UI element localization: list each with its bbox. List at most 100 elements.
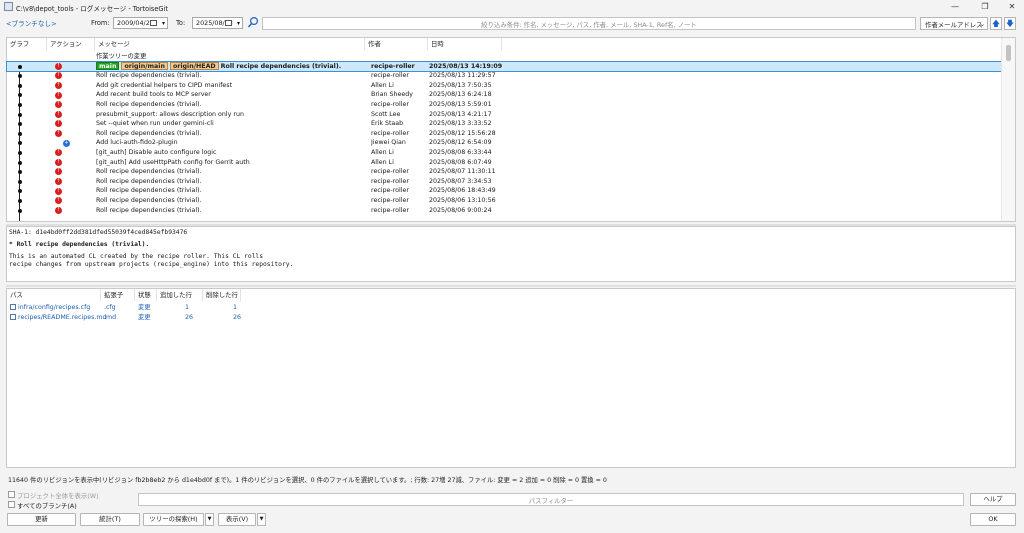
column-header-extension[interactable]: 拡張子 [101, 289, 135, 301]
status-text: 11640 件のリビジョンを表示中(リビジョン fb2b8eb2 から d1e4… [8, 477, 607, 484]
column-header-status[interactable]: 状態 [135, 289, 157, 301]
refresh-button[interactable]: 更新 [7, 513, 76, 526]
commit-action-icon: ! [55, 197, 62, 205]
revision-row[interactable]: ! Roll recipe dependencies (trivial). reci… [7, 177, 1001, 187]
statistics-button[interactable]: 統計(T) [80, 513, 140, 526]
walk-tree-dropdown[interactable]: ▼ [205, 513, 214, 526]
revision-row[interactable]: ! [git_auth] Add useHttpPath config for G… [7, 158, 1001, 168]
help-button[interactable]: ヘルプ [970, 493, 1016, 506]
revision-row[interactable]: ! Roll recipe dependencies (trivial). reci… [7, 186, 1001, 196]
ok-button[interactable]: OK [970, 513, 1016, 526]
revision-row[interactable]: ! Roll recipe dependencies (trivial). reci… [7, 206, 1001, 216]
column-header-removed[interactable]: 削除した行 [203, 289, 241, 301]
revision-message: Roll recipe dependencies (trivial). [96, 177, 202, 185]
arrow-up-icon[interactable]: 🡅 [990, 17, 1002, 30]
file-added-lines-cell: 1 [185, 303, 189, 312]
revision-message: Roll recipe dependencies (trivial). [96, 206, 202, 214]
commit-action-icon: ! [55, 120, 62, 128]
log-filter-input[interactable]: 絞り込み条件: 作名, メッセージ, パス, 作者, メール, SHA-1, R… [262, 17, 916, 30]
revision-row[interactable]: + Add luci-auth-fido2-plugin Jiewei Qian 20… [7, 138, 1001, 148]
revision-row[interactable]: ! Set --quiet when run under gemini-cli Er… [7, 119, 1001, 129]
revision-author: recipe-roller [371, 168, 409, 176]
revision-row[interactable]: ! [git_auth] Disable auto configure logic… [7, 148, 1001, 158]
commit-message-panel[interactable]: SHA-1: d1e4bd0ff2dd381dfed55039f4ced845e… [6, 226, 1016, 282]
changed-file-row[interactable]: infra/config/recipes.cfg .cfg 変更 1 1 [7, 303, 1007, 312]
column-header-added[interactable]: 追加した行 [157, 289, 203, 301]
close-button[interactable]: ✕ [1001, 0, 1023, 14]
revision-date: 2025/08/13 11:29:57 [429, 72, 496, 80]
walk-tree-button[interactable]: ツリーの探索(H) [143, 513, 204, 526]
revision-row[interactable]: ! Add recent build tools to MCP server Bri… [7, 90, 1001, 100]
graph-node [17, 83, 22, 88]
revision-row[interactable]: ! Roll recipe dependencies (trivial). reci… [7, 167, 1001, 177]
log-toolbar: <ブランチなし> From: 2009/04/24 ▾ To: 2025/08/… [0, 15, 1024, 33]
ref-tag[interactable]: main [96, 61, 120, 70]
changed-files-list[interactable]: パス 拡張子 状態 追加した行 削除した行 infra/config/recip… [6, 288, 1016, 468]
revision-row[interactable]: ! Add git credential helpers to CIPD mani… [7, 81, 1001, 91]
file-extension: .cfg [104, 304, 116, 311]
revision-message: Add git credential helpers to CIPD manif… [96, 81, 233, 89]
revision-author: Brian Sheedy [371, 91, 413, 99]
revision-message: Add recent build tools to MCP server [96, 91, 211, 99]
merge-action-icon: + [63, 139, 70, 147]
filter-mode-value: 作者メールアドレス [925, 21, 983, 29]
graph-node [17, 141, 22, 146]
view-button[interactable]: 表示(V) [218, 513, 256, 526]
title-bar: C:\v8\depot_tools - ログメッセージ - TortoiseGi… [0, 0, 1024, 14]
column-header-actions[interactable]: アクション [47, 38, 95, 50]
column-header-message[interactable]: メッセージ [95, 38, 365, 50]
revision-list-scrollbar[interactable] [1001, 38, 1015, 221]
commit-action-icon: ! [55, 168, 62, 176]
revision-author: recipe-roller [371, 177, 409, 185]
scrollbar-thumb[interactable] [1006, 45, 1011, 61]
maximize-button[interactable]: ❐ [974, 0, 996, 14]
branch-link[interactable]: <ブランチなし> [6, 18, 57, 28]
ref-tag[interactable]: origin/HEAD [169, 61, 219, 70]
ref-tag[interactable]: origin/main [121, 61, 168, 70]
revision-row[interactable]: ! Roll recipe dependencies (trivial). reci… [7, 100, 1001, 110]
to-date-picker[interactable]: 2025/08/13 ▾ [192, 17, 243, 29]
revision-list[interactable]: グラフ アクション メッセージ 作者 日時 作業ツリーの変更 ! main orig… [6, 37, 1016, 222]
splitter[interactable] [6, 284, 1016, 287]
changed-file-row[interactable]: recipes/README.recipes.md .md 変更 26 26 [7, 313, 1007, 322]
graph-node [17, 208, 22, 213]
graph-node [17, 74, 22, 79]
to-label: To: [176, 19, 186, 27]
column-header-path[interactable]: パス [7, 289, 101, 301]
filter-mode-select[interactable]: 作者メールアドレス ⌄ [920, 17, 988, 30]
revision-message: Roll recipe dependencies (trivial). [96, 72, 202, 80]
revision-row[interactable]: ! main origin/main origin/HEAD Roll recipe d… [6, 60, 1002, 73]
file-extension: .md [104, 314, 117, 321]
revision-row[interactable]: ! Roll recipe dependencies (trivial). reci… [7, 196, 1001, 206]
revision-row[interactable]: ! presubmit_support: allows description o… [7, 110, 1001, 120]
path-filter-input[interactable]: パスフィルター [138, 493, 964, 506]
revision-message-cell: main origin/main origin/HEAD Roll recipe de… [96, 61, 342, 72]
revision-row[interactable]: ! Roll recipe dependencies (trivial). reci… [7, 129, 1001, 139]
search-icon[interactable] [247, 16, 259, 29]
file-removed-lines-cell: 1 [233, 303, 237, 312]
column-header-date[interactable]: 日時 [428, 38, 502, 50]
column-header-author[interactable]: 作者 [365, 38, 428, 50]
arrow-down-icon[interactable]: 🡇 [1004, 17, 1016, 30]
log-filter-placeholder: 絞り込み条件: 作名, メッセージ, パス, 作者, メール, SHA-1, R… [481, 21, 697, 29]
column-header-graph[interactable]: グラフ [7, 38, 47, 50]
path-filter-placeholder: パスフィルター [528, 497, 574, 505]
revision-date: 2025/08/13 7:50:35 [429, 81, 492, 89]
file-icon [10, 314, 16, 320]
revision-message: Roll recipe dependencies (trivial). [220, 62, 342, 70]
revision-message-cell: Set --quiet when run under gemini-cli [96, 119, 214, 129]
revision-row[interactable]: ! Roll recipe dependencies (trivial). reci… [7, 71, 1001, 81]
tortoisegit-app-icon [4, 2, 13, 11]
view-dropdown[interactable]: ▼ [257, 513, 266, 526]
revision-message: Roll recipe dependencies (trivial). [96, 196, 202, 204]
from-date-picker[interactable]: 2009/04/24 ▾ [113, 17, 168, 29]
minimize-button[interactable]: — [944, 0, 966, 14]
show-whole-project-checkbox[interactable] [8, 491, 15, 498]
commit-action-icon: ! [55, 206, 62, 214]
working-tree-changes[interactable]: 作業ツリーの変更 [96, 51, 146, 60]
all-branches-checkbox[interactable] [8, 501, 15, 508]
commit-action-icon: ! [55, 101, 62, 109]
graph-node [17, 170, 22, 175]
commit-action-icon: ! [55, 177, 62, 185]
commit-action-icon: ! [55, 149, 62, 157]
